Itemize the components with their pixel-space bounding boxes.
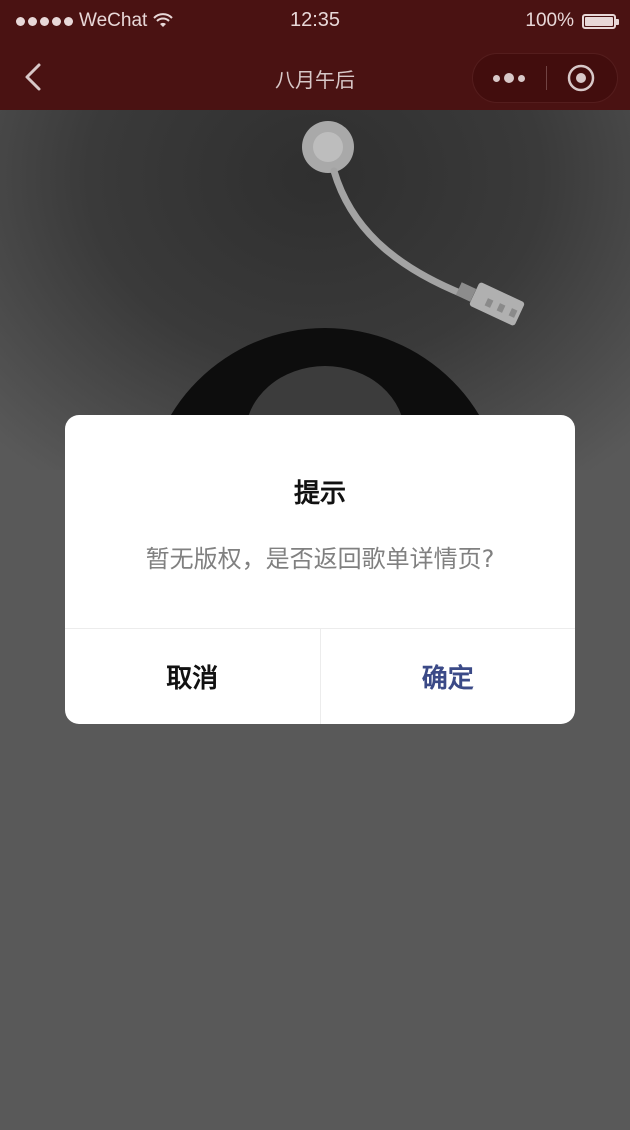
close-miniprogram-button[interactable] bbox=[545, 54, 617, 102]
status-bar: WeChat 12:35 100% bbox=[0, 0, 630, 44]
dialog-footer: 取消 确定 bbox=[65, 628, 575, 724]
confirm-button[interactable]: 确定 bbox=[321, 629, 576, 724]
more-menu-button[interactable] bbox=[473, 54, 545, 102]
battery-percent: 100% bbox=[525, 10, 574, 31]
status-right: 100% bbox=[525, 10, 619, 32]
more-dots-icon bbox=[493, 74, 500, 82]
dialog-message: 暂无版权，是否返回歌单详情页? bbox=[145, 545, 495, 573]
target-close-icon bbox=[567, 64, 595, 92]
tonearm-icon bbox=[302, 121, 525, 326]
mini-program-capsule bbox=[472, 53, 618, 103]
dialog-title: 提示 bbox=[293, 479, 346, 509]
cancel-button[interactable]: 取消 bbox=[65, 629, 321, 724]
nav-bar: 八月午后 bbox=[0, 44, 630, 110]
battery-icon bbox=[582, 13, 619, 29]
copyright-dialog: 提示 暂无版权，是否返回歌单详情页? 取消 确定 bbox=[65, 415, 575, 724]
battery-fill bbox=[585, 16, 613, 26]
